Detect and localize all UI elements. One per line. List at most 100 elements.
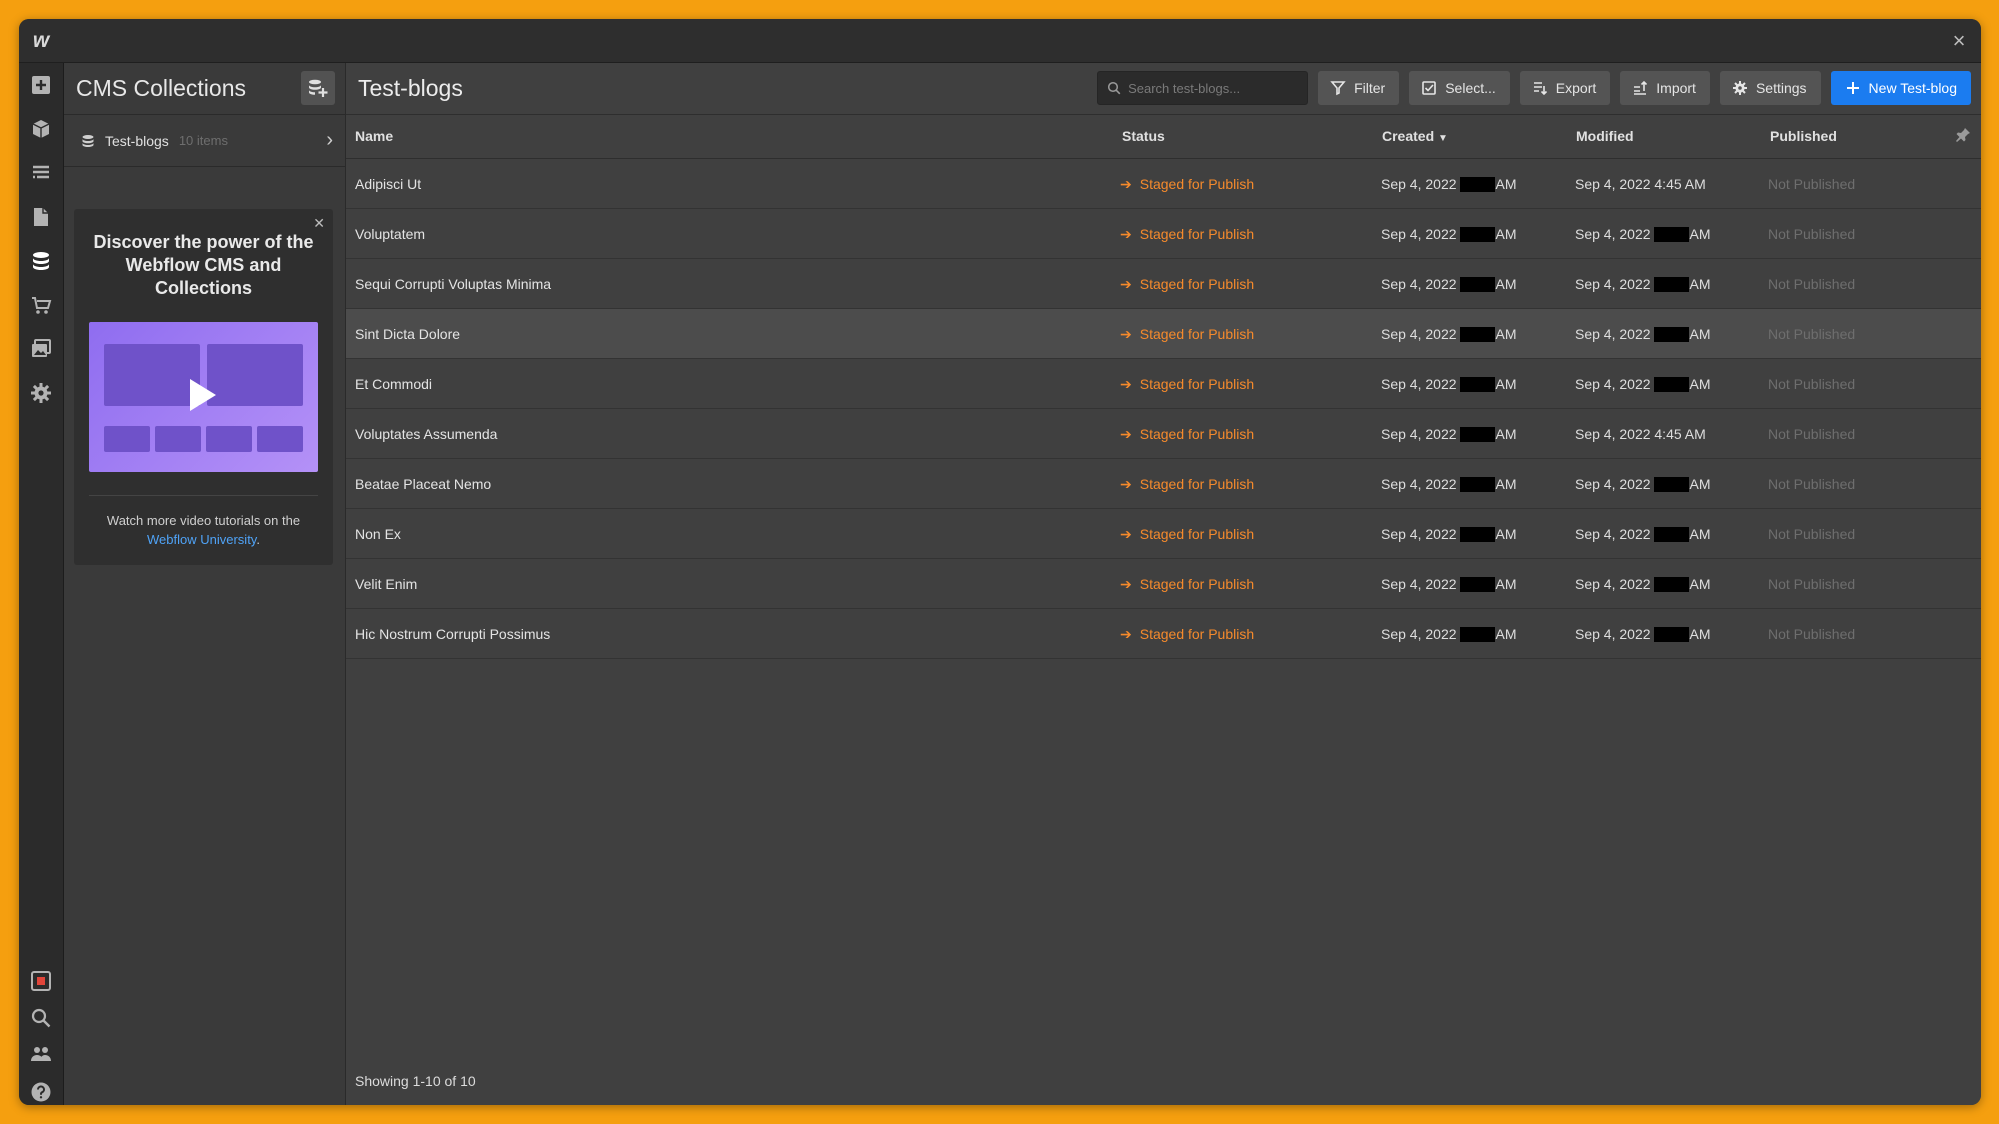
redacted-time bbox=[1653, 577, 1689, 592]
panel-header: CMS Collections bbox=[64, 63, 345, 115]
cell-published: Not Published bbox=[1768, 376, 1856, 392]
play-icon[interactable] bbox=[190, 379, 216, 411]
status-label: Staged for Publish bbox=[1139, 176, 1255, 192]
help-icon[interactable] bbox=[27, 1078, 55, 1105]
redacted-time bbox=[1459, 477, 1495, 492]
export-button[interactable]: Export bbox=[1519, 71, 1611, 105]
column-header-modified[interactable]: Modified bbox=[1576, 128, 1634, 144]
arrow-right-icon: ➔ bbox=[1120, 476, 1132, 492]
redacted-time bbox=[1459, 577, 1495, 592]
new-test-blog-button[interactable]: New Test-blog bbox=[1830, 71, 1971, 105]
modified-suffix: AM bbox=[1689, 276, 1711, 292]
table-row[interactable]: Hic Nostrum Corrupti Possimus ➔ Staged for… bbox=[346, 609, 1981, 659]
box-icon[interactable] bbox=[27, 115, 55, 143]
search-icon[interactable] bbox=[27, 1004, 55, 1032]
search-box[interactable] bbox=[1097, 71, 1309, 105]
pages-icon[interactable] bbox=[27, 203, 55, 231]
redacted-time bbox=[1653, 477, 1689, 492]
table-row[interactable]: Non Ex ➔ Staged for Publish Sep 4, 2022 AM Se… bbox=[346, 509, 1981, 559]
search-input[interactable] bbox=[1128, 80, 1299, 96]
promo-text: Watch more video tutorials on the Webflo… bbox=[84, 511, 323, 549]
promo-title: Discover the power of the Webflow CMS an… bbox=[93, 232, 314, 298]
collection-item-test-blogs[interactable]: Test-blogs 10 items › bbox=[64, 115, 345, 167]
promo-close-icon[interactable]: ✕ bbox=[313, 215, 325, 232]
redacted-time bbox=[1459, 527, 1495, 542]
table-row[interactable]: Et Commodi ➔ Staged for Publish Sep 4, 2022… bbox=[346, 359, 1981, 409]
plus-icon bbox=[1846, 82, 1859, 94]
cell-published: Not Published bbox=[1768, 426, 1856, 442]
navigator-icon[interactable] bbox=[27, 159, 55, 187]
redacted-time bbox=[1459, 627, 1495, 642]
pagination-status: Showing 1-10 of 10 bbox=[355, 1073, 476, 1089]
created-suffix: AM bbox=[1495, 626, 1517, 642]
cell-published: Not Published bbox=[1768, 576, 1856, 592]
cell-created: Sep 4, 2022 AM bbox=[1381, 176, 1517, 192]
created-date: Sep 4, 2022 bbox=[1381, 226, 1457, 242]
cell-name: Sequi Corrupti Voluptas Minima bbox=[355, 276, 552, 292]
record-icon[interactable] bbox=[27, 967, 55, 995]
cart-icon[interactable] bbox=[27, 291, 55, 319]
cell-published: Not Published bbox=[1768, 526, 1856, 542]
column-header-published[interactable]: Published bbox=[1770, 128, 1837, 144]
filter-button[interactable]: Filter bbox=[1318, 71, 1400, 105]
table-row[interactable]: Beatae Placeat Nemo ➔ Staged for Publish Se… bbox=[346, 459, 1981, 509]
cell-status: ➔ Staged for Publish bbox=[1120, 276, 1254, 293]
webflow-logo[interactable]: w bbox=[27, 27, 55, 55]
cell-modified: Sep 4, 2022 AM bbox=[1575, 376, 1711, 392]
table-row[interactable]: Voluptatem ➔ Staged for Publish Sep 4, 2022… bbox=[346, 209, 1981, 259]
cell-created: Sep 4, 2022 AM bbox=[1381, 226, 1517, 242]
arrow-right-icon: ➔ bbox=[1120, 376, 1132, 392]
table-row[interactable]: Velit Enim ➔ Staged for Publish Sep 4, 2022… bbox=[346, 559, 1981, 609]
column-header-status[interactable]: Status bbox=[1122, 128, 1165, 144]
redacted-time bbox=[1459, 327, 1495, 342]
panel-title: CMS Collections bbox=[76, 75, 246, 101]
cell-modified: Sep 4, 2022 4:45 AM bbox=[1575, 426, 1706, 442]
modified-date: Sep 4, 2022 bbox=[1575, 276, 1651, 292]
assets-icon[interactable] bbox=[27, 335, 55, 363]
table-row[interactable]: Sequi Corrupti Voluptas Minima ➔ Staged fo… bbox=[346, 259, 1981, 309]
users-icon[interactable] bbox=[27, 1041, 55, 1069]
select-button[interactable]: Select... bbox=[1409, 71, 1510, 105]
status-label: Staged for Publish bbox=[1139, 476, 1255, 492]
add-icon[interactable] bbox=[27, 71, 55, 99]
promo-text-after: . bbox=[256, 532, 260, 547]
column-header-name[interactable]: Name bbox=[355, 128, 393, 144]
redacted-time bbox=[1459, 377, 1495, 392]
modified-date: Sep 4, 2022 4:45 AM bbox=[1575, 426, 1706, 442]
redacted-time bbox=[1653, 527, 1689, 542]
database-icon[interactable] bbox=[27, 247, 55, 275]
cell-modified: Sep 4, 2022 4:45 AM bbox=[1575, 176, 1706, 192]
close-icon[interactable]: × bbox=[1947, 29, 1971, 53]
cell-status: ➔ Staged for Publish bbox=[1120, 226, 1254, 243]
cell-name: Et Commodi bbox=[355, 376, 433, 392]
table-row[interactable]: Adipisci Ut ➔ Staged for Publish Sep 4, 202… bbox=[346, 159, 1981, 209]
webflow-cms-window: w × CMS Collections Test-blogs 10 items … bbox=[19, 19, 1981, 1105]
cell-name: Voluptates Assumenda bbox=[355, 426, 498, 442]
webflow-university-link[interactable]: Webflow University bbox=[147, 532, 256, 547]
status-label: Staged for Publish bbox=[1139, 576, 1255, 592]
add-collection-button[interactable] bbox=[301, 71, 335, 105]
table-row[interactable]: Voluptates Assumenda ➔ Staged for Publish S… bbox=[346, 409, 1981, 459]
cell-published: Not Published bbox=[1768, 176, 1856, 192]
cell-modified: Sep 4, 2022 AM bbox=[1575, 576, 1711, 592]
table-body: Adipisci Ut ➔ Staged for Publish Sep 4, 202… bbox=[346, 159, 1981, 659]
modified-suffix: AM bbox=[1689, 326, 1711, 342]
gear-icon[interactable] bbox=[27, 379, 55, 407]
export-icon bbox=[1533, 82, 1547, 96]
created-date: Sep 4, 2022 bbox=[1381, 576, 1457, 592]
table-row[interactable]: Sint Dicta Dolore ➔ Staged for Publish Sep … bbox=[346, 309, 1981, 359]
settings-gear-icon bbox=[1732, 81, 1747, 95]
promo-video-thumbnail[interactable] bbox=[89, 322, 318, 472]
column-header-created[interactable]: Created ▼ bbox=[1382, 128, 1448, 144]
status-label: Staged for Publish bbox=[1139, 326, 1255, 342]
import-button[interactable]: Import bbox=[1620, 71, 1710, 105]
arrow-right-icon: ➔ bbox=[1120, 526, 1132, 542]
collection-count: 10 items bbox=[178, 133, 228, 148]
cell-status: ➔ Staged for Publish bbox=[1120, 526, 1254, 543]
title-bar: w × bbox=[19, 19, 1981, 63]
cell-modified: Sep 4, 2022 AM bbox=[1575, 276, 1711, 292]
settings-button[interactable]: Settings bbox=[1719, 71, 1821, 105]
cell-status: ➔ Staged for Publish bbox=[1120, 176, 1254, 193]
pin-icon[interactable] bbox=[1955, 127, 1971, 146]
toolbar: Filter Select... Export Import Settings bbox=[1097, 71, 1971, 105]
